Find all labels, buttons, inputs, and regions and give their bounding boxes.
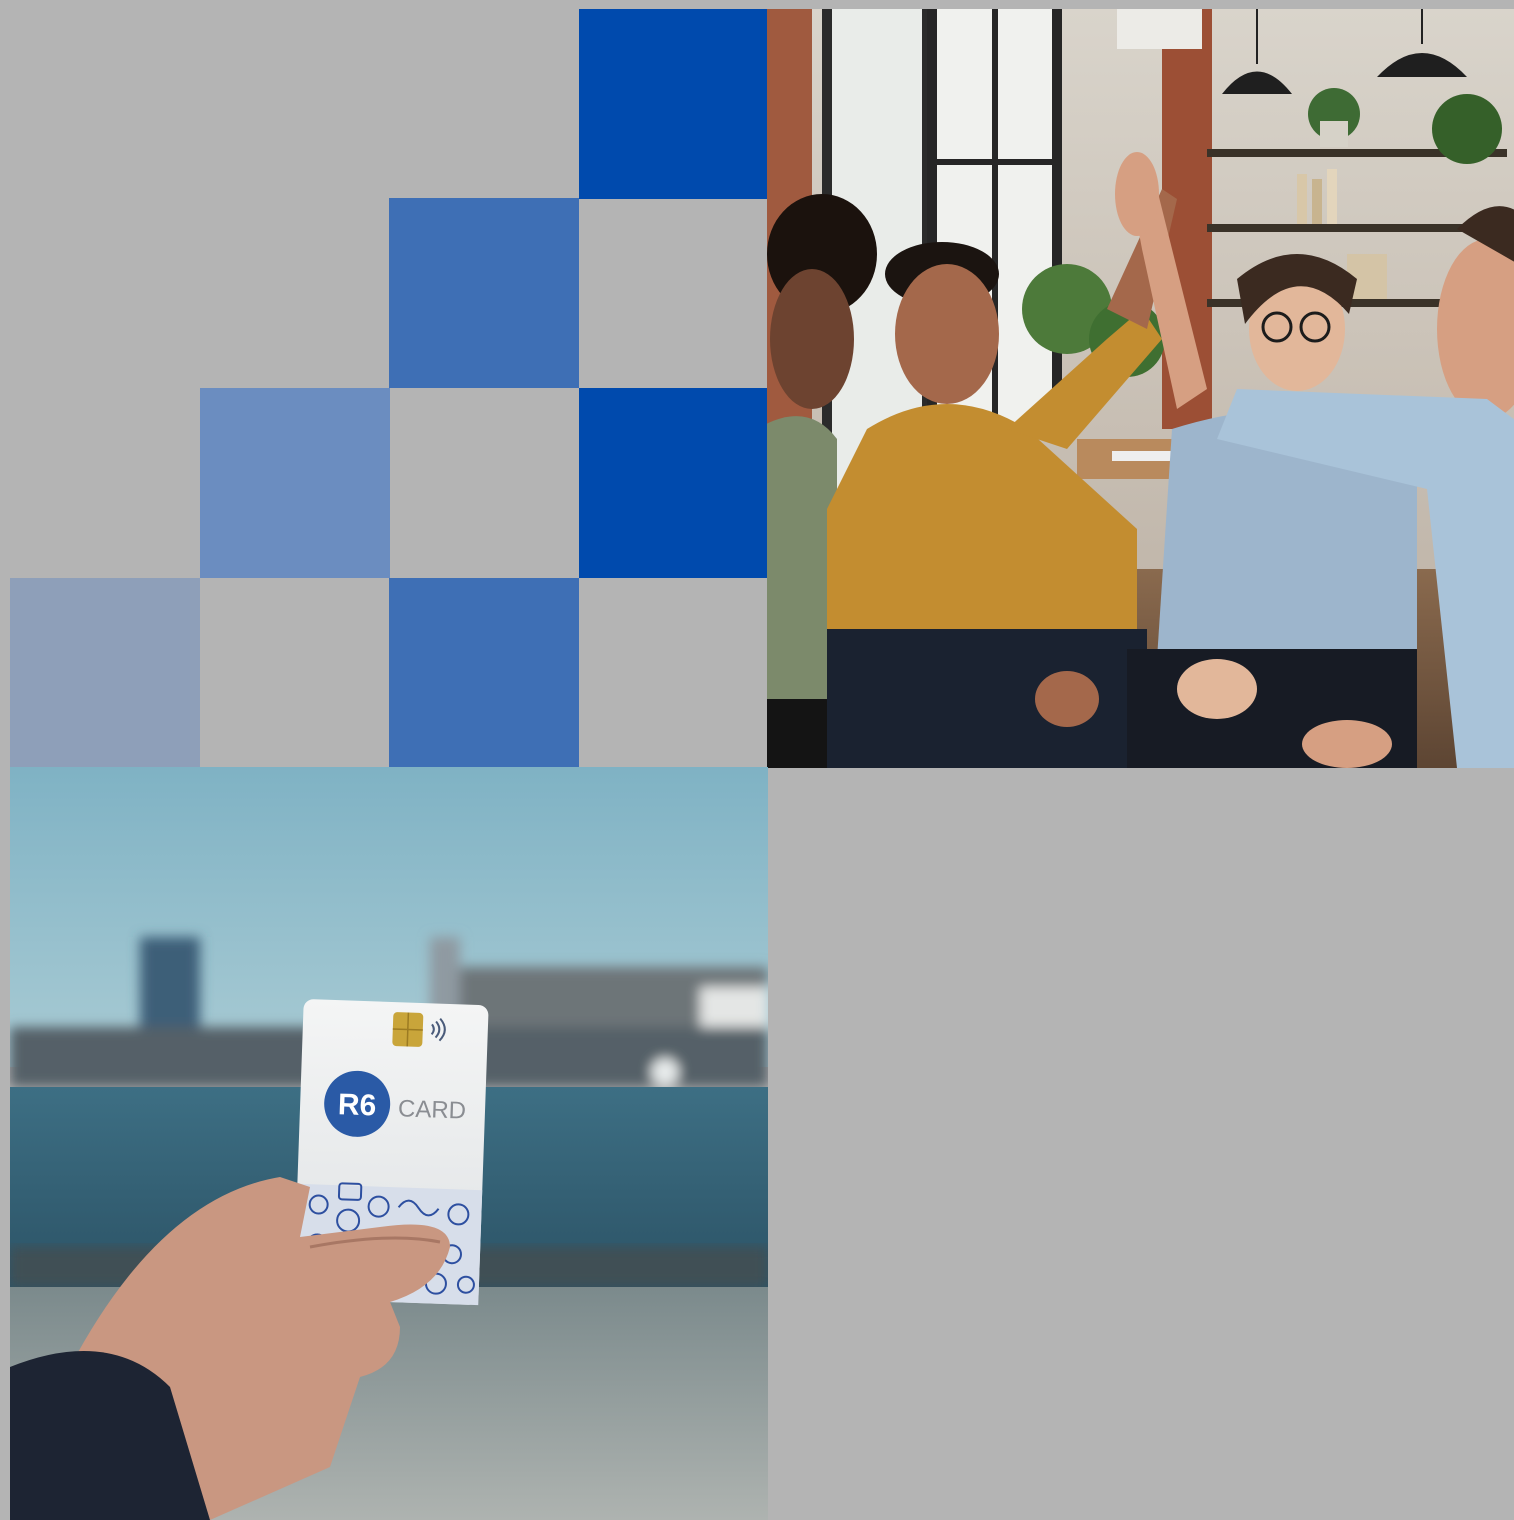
hand-holding-card-photo: R6 CARD bbox=[10, 767, 768, 1520]
card-logo-text: R6 bbox=[337, 1088, 376, 1122]
mosaic-tile bbox=[10, 578, 200, 768]
page: R6 CARD bbox=[0, 0, 1514, 1520]
card-photo-illustration: R6 CARD bbox=[10, 767, 768, 1520]
mosaic-tile bbox=[389, 198, 579, 388]
mosaic-tile bbox=[389, 578, 579, 768]
mosaic-tile bbox=[200, 388, 390, 578]
mosaic-tile bbox=[579, 388, 769, 578]
card-brand-text: CARD bbox=[398, 1095, 467, 1124]
team-high-five-photo bbox=[767, 9, 1514, 768]
mosaic-tile bbox=[579, 9, 769, 199]
team-photo-illustration bbox=[767, 9, 1514, 768]
